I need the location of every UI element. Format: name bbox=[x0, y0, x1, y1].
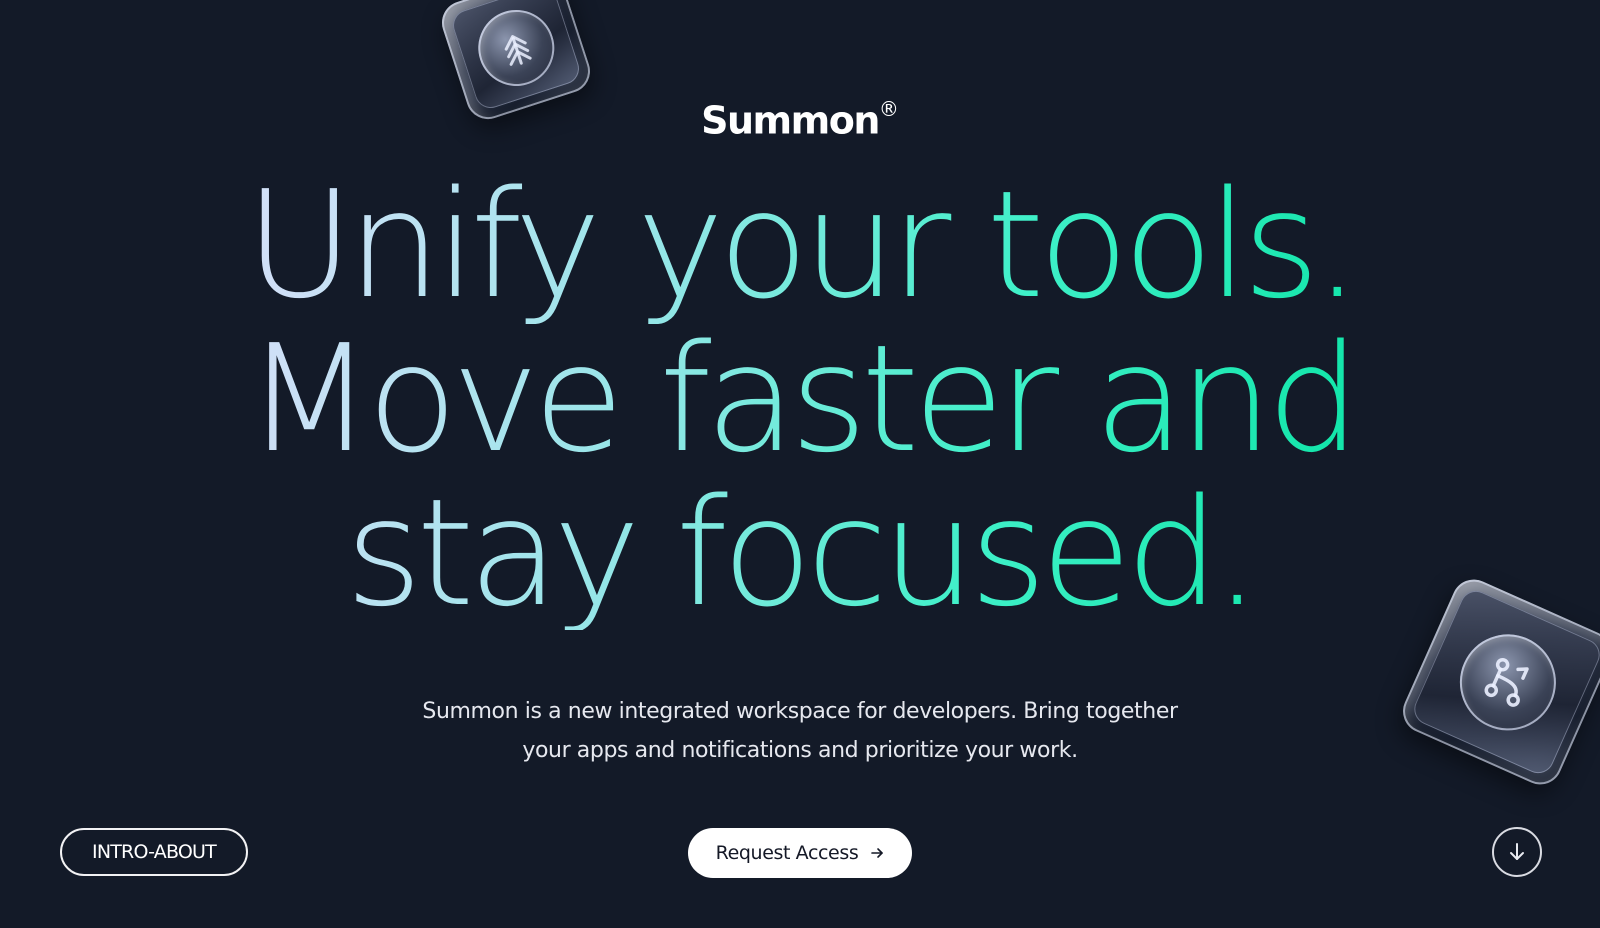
headline-line-3: stay focused. bbox=[345, 467, 1255, 639]
brand-name: Summon bbox=[701, 98, 880, 143]
stacked-arrows-icon bbox=[468, 0, 565, 96]
section-label-button[interactable]: INTRO-ABOUT bbox=[60, 828, 248, 876]
request-access-label: Request Access bbox=[715, 842, 859, 864]
scroll-down-button[interactable] bbox=[1492, 827, 1542, 877]
hero-headline: Unify your tools. Move faster and stay f… bbox=[0, 168, 1600, 630]
registered-mark: ® bbox=[878, 97, 899, 121]
headline-line-2: Move faster and bbox=[245, 313, 1355, 485]
headline-line-1: Unify your tools. bbox=[245, 159, 1355, 331]
description-line-2: your apps and notifications and prioriti… bbox=[522, 738, 1078, 763]
request-access-button[interactable]: Request Access bbox=[688, 828, 912, 878]
brand-logo[interactable]: Summon® bbox=[0, 88, 1600, 146]
arrow-right-icon bbox=[870, 846, 884, 860]
merge-branch-icon bbox=[1444, 619, 1572, 746]
hero-description: Summon is a new integrated workspace for… bbox=[400, 692, 1200, 770]
description-line-1: Summon is a new integrated workspace for… bbox=[422, 699, 1178, 724]
arrow-down-icon bbox=[1506, 841, 1528, 863]
